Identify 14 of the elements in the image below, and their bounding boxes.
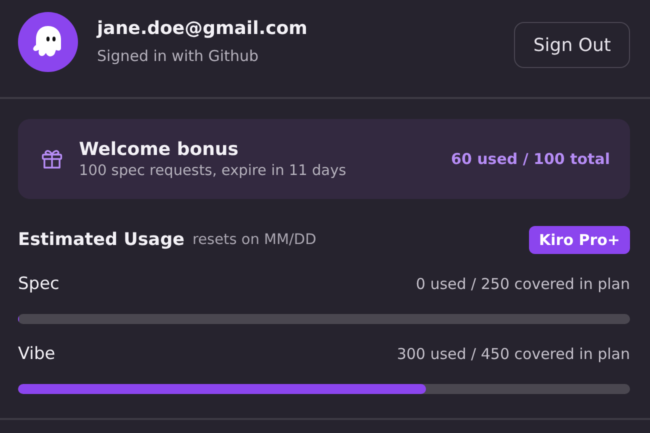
bonus-description: 100 spec requests, expire in 11 days [79,163,346,179]
bonus-usage: 60 used / 100 total [451,150,610,168]
usage-title: Estimated Usage [18,230,184,250]
meter-label: Spec [18,274,60,294]
meter-label: Vibe [18,344,56,364]
sign-in-provider: Signed in with Github [97,47,260,65]
account-email: jane.doe@gmail.com [97,18,308,39]
reset-date: resets on MM/DD [192,232,316,248]
sign-out-button[interactable]: Sign Out [514,22,630,68]
plan-badge: Kiro Pro+ [529,226,630,254]
bonus-title: Welcome bonus [79,139,240,160]
ghost-avatar-icon [18,12,78,72]
meter-reading: 0 used / 250 covered in plan [416,275,630,293]
meter-reading: 300 used / 450 covered in plan [396,345,630,363]
